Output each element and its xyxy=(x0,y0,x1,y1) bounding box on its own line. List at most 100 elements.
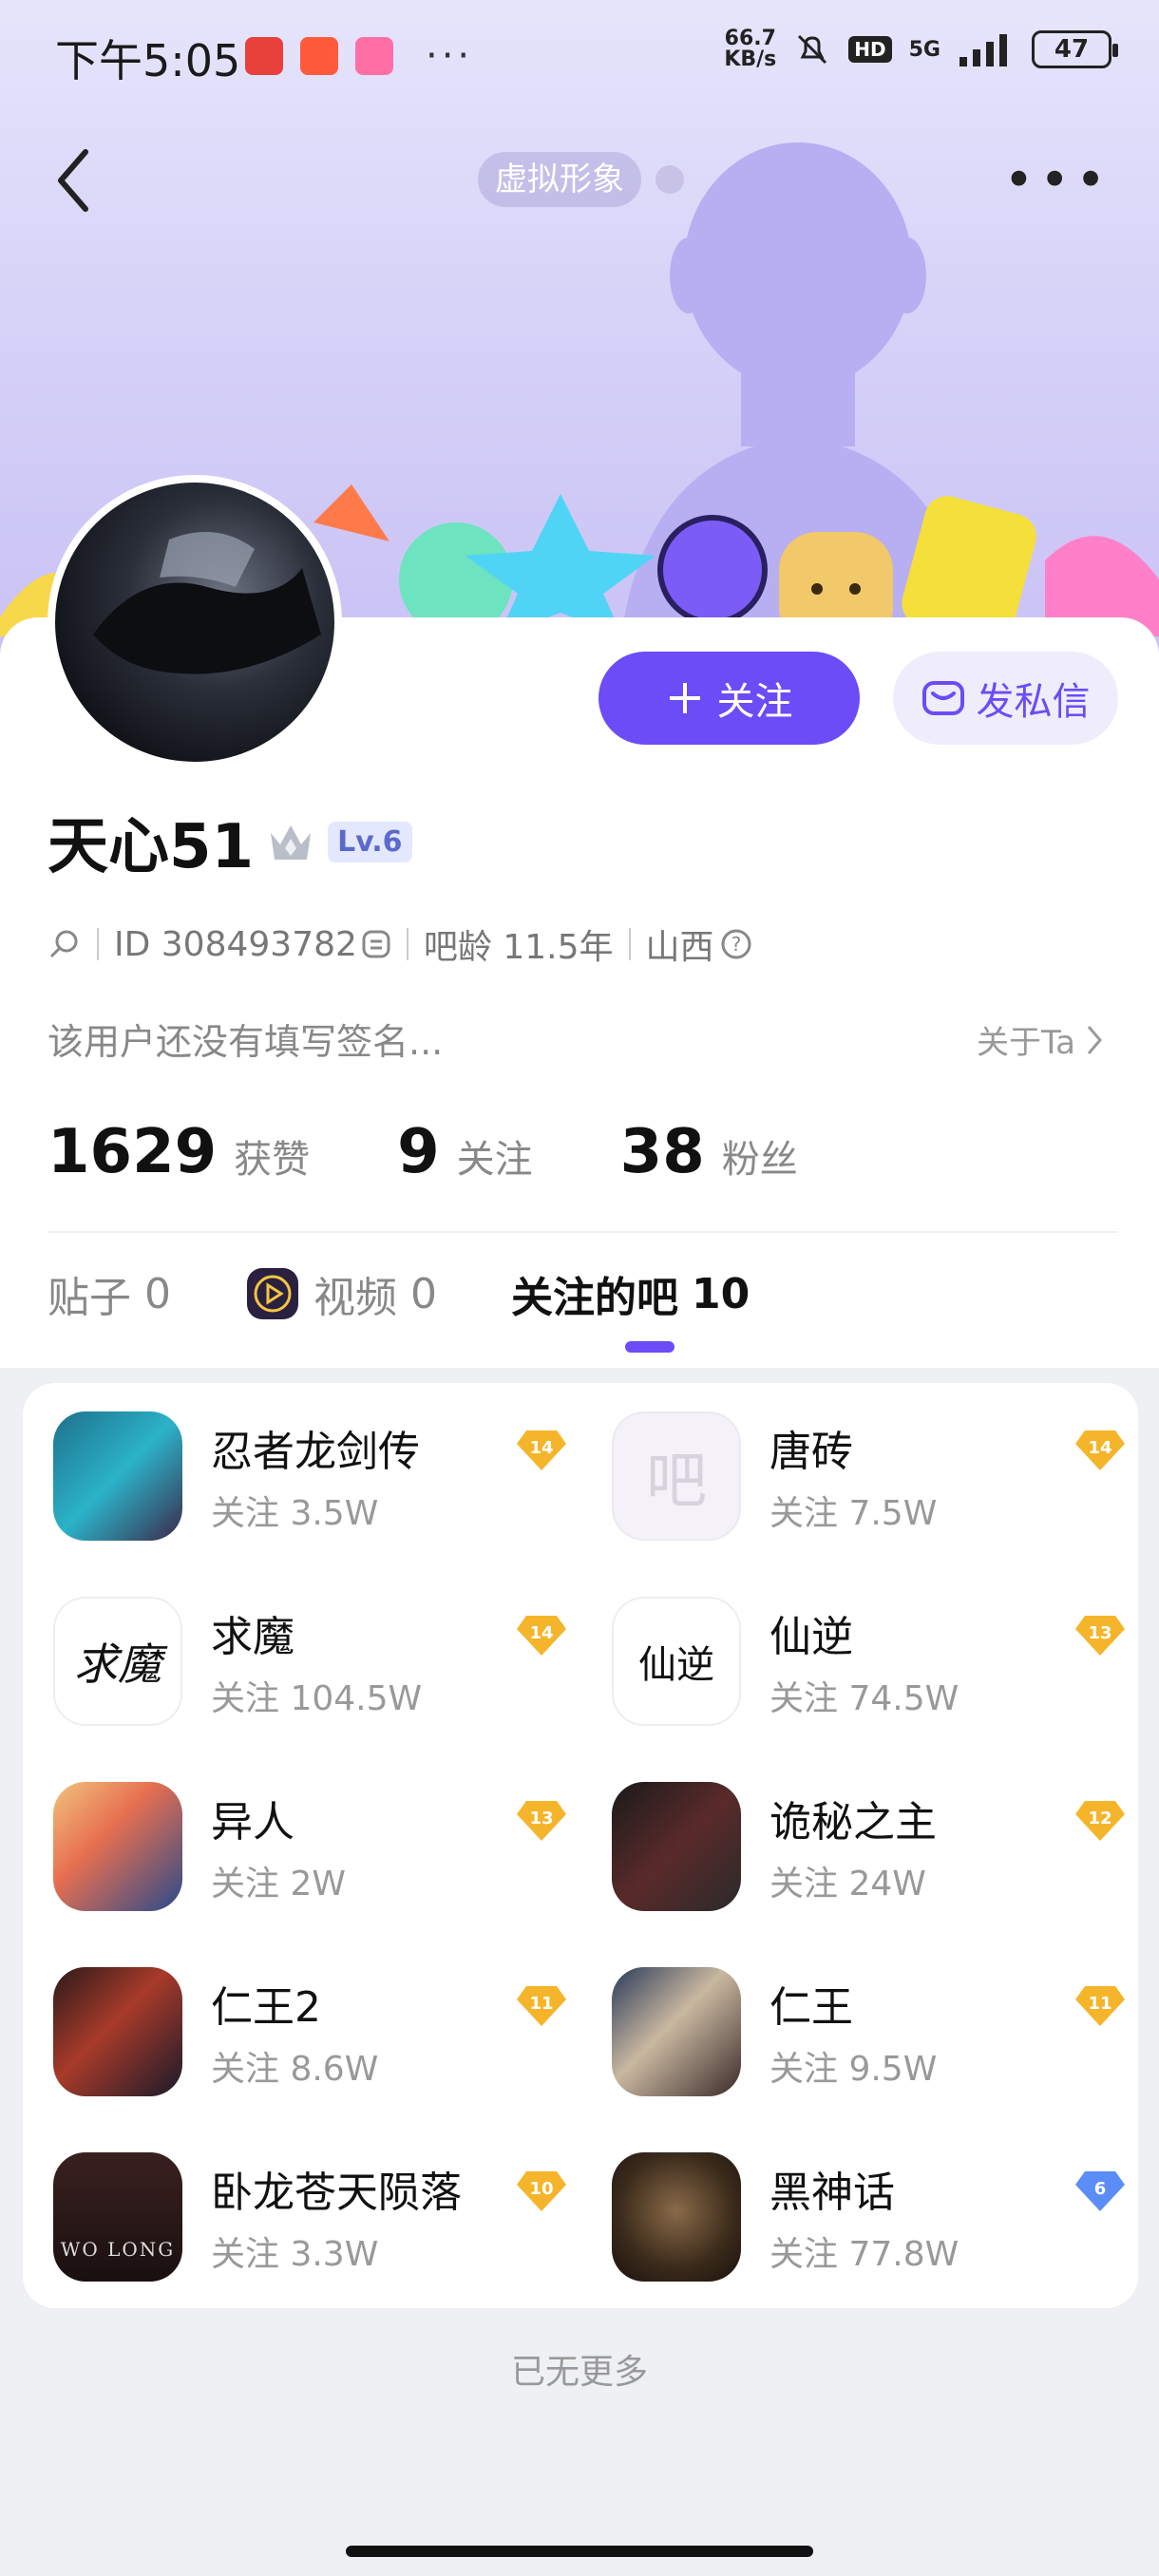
tab-label: 关注的吧 xyxy=(511,1274,678,1322)
bar-name: 唐砖 xyxy=(770,1428,853,1476)
bar-age: 吧龄 11.5年 xyxy=(423,928,614,967)
level-badge-text: 11 xyxy=(529,1994,553,2014)
message-button[interactable]: 发私信 xyxy=(893,652,1118,745)
back-icon[interactable] xyxy=(48,142,104,218)
list-item[interactable]: WO LONG 卧龙苍天陨落 关注 3.3W 10 xyxy=(53,2152,585,2295)
stat-label: 获赞 xyxy=(234,1138,311,1182)
tab-count: 0 xyxy=(410,1269,437,1318)
profile-meta: ID 308493782 吧龄 11.5年 山西 ? xyxy=(48,919,752,969)
home-indicator[interactable] xyxy=(346,2546,813,2557)
tab-videos[interactable]: 视频 0 xyxy=(245,1263,437,1324)
help-icon[interactable]: ? xyxy=(720,928,752,960)
level-badge-text: 12 xyxy=(1088,1809,1112,1828)
list-item[interactable]: 仙逆 仙逆 关注 74.5W 13 xyxy=(612,1597,1144,1739)
bar-follow-count: 关注 8.6W xyxy=(211,2050,379,2089)
level-badge-icon: 11 xyxy=(517,1986,566,2026)
bar-thumbnail xyxy=(612,1967,741,2096)
stats-row: 1629 获赞 9 关注 38 粉丝 xyxy=(48,1117,885,1187)
copy-icon[interactable] xyxy=(361,929,391,959)
bar-thumbnail xyxy=(612,2152,741,2282)
level-badge-text: 14 xyxy=(1088,1438,1112,1458)
battery-icon: 47 xyxy=(1032,30,1118,68)
bar-follow-count: 关注 74.5W xyxy=(770,1679,960,1718)
bar-thumbnail xyxy=(53,1782,182,1911)
avatar[interactable] xyxy=(48,475,342,769)
signal-icon xyxy=(960,34,1007,66)
meta-divider xyxy=(628,928,631,960)
bar-name: 仁王2 xyxy=(211,1983,321,2032)
search-icon xyxy=(49,930,78,958)
more-options-icon[interactable]: ••• xyxy=(1003,155,1112,206)
thumbnail-text: 吧 xyxy=(646,1447,707,1517)
stat-value: 9 xyxy=(397,1117,440,1187)
stat-likes[interactable]: 1629 获赞 xyxy=(48,1117,310,1187)
chevron-right-icon xyxy=(1087,1025,1102,1054)
taobao-icon xyxy=(300,37,338,75)
bar-follow-count: 关注 104.5W xyxy=(211,1679,423,1718)
virtual-avatar-label[interactable]: 虚拟形象 xyxy=(478,152,641,207)
stat-following[interactable]: 9 关注 xyxy=(397,1117,533,1187)
list-item[interactable]: 求魔 求魔 关注 104.5W 14 xyxy=(53,1597,585,1739)
status-indicators: 66.7 KB/s HD 5G 47 xyxy=(724,28,1118,70)
level-badge-text: 14 xyxy=(529,1623,553,1643)
bar-follow-count: 关注 77.8W xyxy=(770,2235,960,2274)
followed-bars-list: 忍者龙剑传 关注 3.5W 14 吧 唐砖 关注 7.5W 14 求魔 求魔 关… xyxy=(23,1383,1138,2308)
list-item[interactable]: 黑神话 关注 77.8W 6 xyxy=(612,2152,1144,2295)
tab-followed-bars[interactable]: 关注的吧 10 xyxy=(511,1263,750,1324)
bar-follow-count: 关注 2W xyxy=(211,1865,346,1904)
list-item[interactable]: 吧 唐砖 关注 7.5W 14 xyxy=(612,1411,1144,1554)
location: 山西 xyxy=(645,928,714,967)
tab-posts[interactable]: 贴子 0 xyxy=(48,1263,171,1324)
stat-value: 1629 xyxy=(48,1117,218,1187)
bar-thumbnail: 吧 xyxy=(612,1411,741,1541)
about-link[interactable]: 关于Ta xyxy=(977,1016,1106,1063)
about-label: 关于Ta xyxy=(977,1024,1075,1062)
plus-icon xyxy=(669,683,700,713)
bar-name: 忍者龙剑传 xyxy=(211,1428,420,1476)
meta-divider xyxy=(406,928,408,960)
tab-count: 0 xyxy=(144,1269,171,1318)
username-row: 天心51 Lv.6 xyxy=(48,798,412,885)
hd-icon: HD xyxy=(848,36,892,63)
bar-name: 诡秘之主 xyxy=(770,1798,937,1847)
level-badge-icon: 14 xyxy=(517,1430,566,1470)
level-badge-icon: 14 xyxy=(517,1616,566,1656)
follow-button[interactable]: 关注 xyxy=(598,652,860,745)
list-item[interactable]: 仁王2 关注 8.6W 11 xyxy=(53,1967,585,2110)
status-app-icons: ··· xyxy=(245,34,473,78)
level-badge-text: 11 xyxy=(1088,1994,1112,2014)
divider xyxy=(48,1231,1117,1233)
bar-thumbnail xyxy=(612,1782,741,1911)
level-badge-icon: 13 xyxy=(1075,1616,1125,1656)
thumbnail-text: 求魔 xyxy=(74,1638,162,1690)
user-id: ID 308493782 xyxy=(114,924,357,964)
level-badge-text: 6 xyxy=(1094,2179,1107,2199)
stat-label: 关注 xyxy=(456,1138,533,1182)
bar-thumbnail: WO LONG xyxy=(53,2152,182,2282)
mute-bell-icon xyxy=(798,34,827,65)
bar-name: 求魔 xyxy=(211,1613,294,1661)
list-item[interactable]: 忍者龙剑传 关注 3.5W 14 xyxy=(53,1411,585,1554)
crown-badge-icon xyxy=(271,825,312,860)
video-icon xyxy=(247,1268,298,1319)
stat-fans[interactable]: 38 粉丝 xyxy=(620,1117,798,1187)
level-badge-text: 10 xyxy=(529,2179,553,2199)
svg-text:?: ? xyxy=(731,933,741,956)
profile-tabs: 贴子 0 视频 0 关注的吧 10 xyxy=(48,1263,750,1324)
level-badge-icon: 10 xyxy=(517,2171,566,2211)
avatar-image xyxy=(93,532,321,674)
user-level-badge: Lv.6 xyxy=(328,821,412,862)
bar-name: 黑神话 xyxy=(770,2169,895,2217)
list-item[interactable]: 诡秘之主 关注 24W 12 xyxy=(612,1782,1144,1924)
no-more-text: 已无更多 xyxy=(510,2353,648,2392)
list-item[interactable]: 仁王 关注 9.5W 11 xyxy=(612,1967,1144,2110)
level-badge-text: 14 xyxy=(529,1438,553,1458)
bar-name: 仙逆 xyxy=(770,1613,853,1661)
list-item[interactable]: 异人 关注 2W 13 xyxy=(53,1782,585,1924)
virtual-avatar-dot xyxy=(656,165,684,194)
bar-thumbnail: 求魔 xyxy=(53,1597,182,1726)
level-badge-icon: 11 xyxy=(1075,1986,1125,2026)
level-badge-icon: 12 xyxy=(1075,1801,1125,1841)
bar-follow-count: 关注 7.5W xyxy=(770,1494,938,1533)
tab-label: 贴子 xyxy=(48,1274,131,1322)
